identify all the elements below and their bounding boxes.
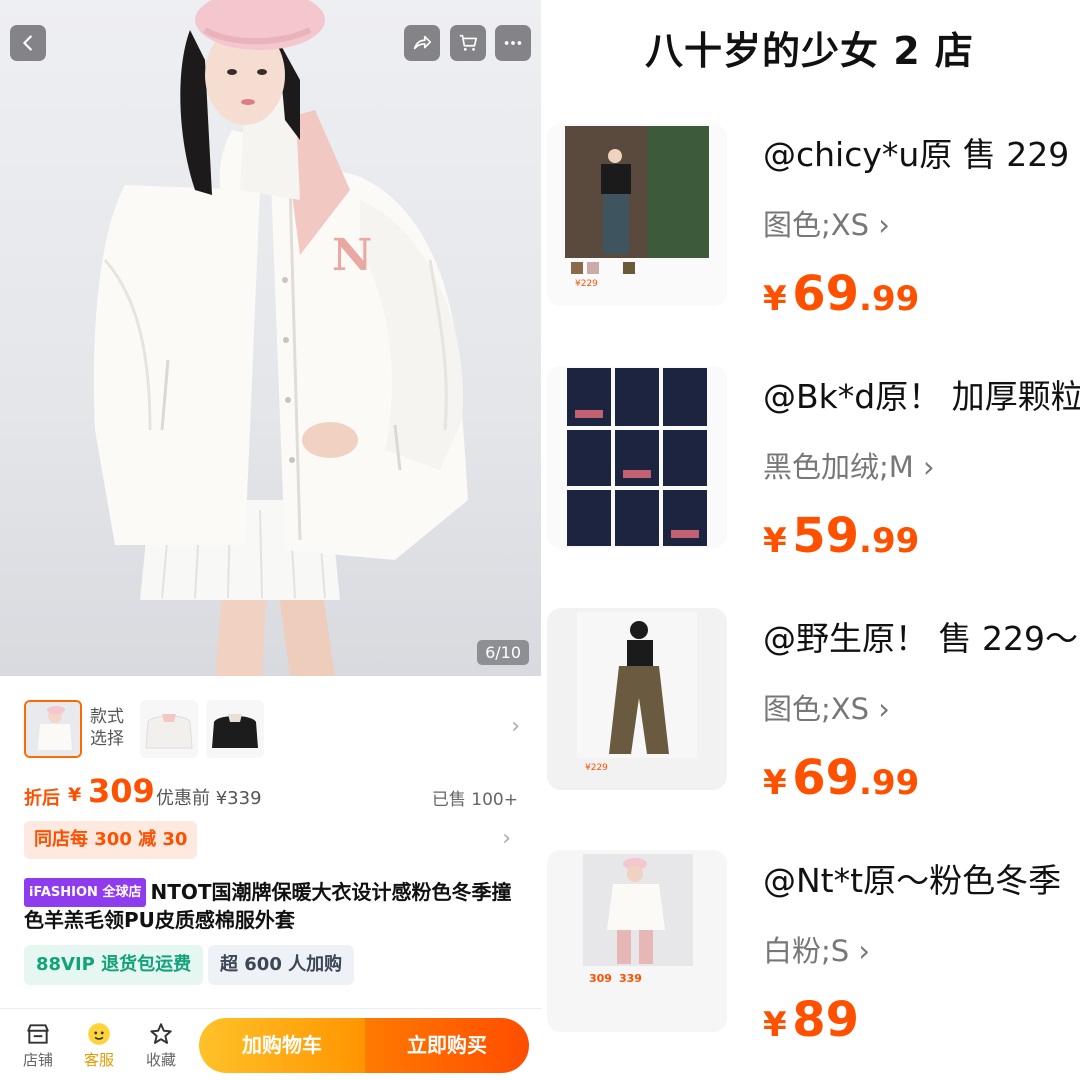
image-counter: 6/10 (477, 640, 529, 665)
variant-thumb-white[interactable] (140, 700, 198, 758)
service-tab-label: 客服 (83, 1051, 114, 1069)
review-price: ¥ 59.99 (763, 508, 920, 564)
current-price: 309 (88, 772, 155, 810)
star-icon (150, 1023, 172, 1044)
svg-text:339: 339 (619, 972, 642, 985)
review-price: ¥ 69.99 (763, 750, 920, 806)
bottom-action-bar: 店铺 客服 收藏 加购物车 立即购买 (0, 1008, 541, 1080)
chevron-right-icon[interactable]: › (502, 826, 511, 851)
review-item[interactable]: ¥229 @chicy*u原 售 229 图色;XS › ¥ 69.99 (541, 124, 1080, 354)
service-tab[interactable]: 客服 (74, 1021, 124, 1070)
original-price: 优惠前 ¥339 (156, 788, 262, 809)
review-thumbnail[interactable]: ¥229 (547, 124, 727, 306)
product-photo: N (93, 0, 468, 676)
currency-symbol: ¥ (68, 784, 82, 806)
shop-tab[interactable]: 店铺 (13, 1021, 63, 1070)
share-button[interactable] (404, 25, 440, 61)
review-text: @Bk*d原！ 加厚颗粒 (763, 377, 1080, 416)
product-title: iFASHION 全球店 NTOT国潮牌保暖大衣设计感粉色冬季撞色羊羔毛领PU皮质… (24, 878, 520, 934)
product-detail-panel: N 6/10 款式选择 › 折后 ¥ 309 优惠前 ¥339 已售 100+ … (0, 0, 541, 1080)
review-price: ¥ 69.99 (763, 266, 920, 322)
cart-button[interactable] (450, 25, 486, 61)
variant-selector[interactable]: 款式选择 › (24, 700, 520, 758)
review-text: @Nt*t原～粉色冬季 (763, 861, 1062, 900)
chevron-right-icon: › (923, 450, 935, 484)
svg-text:¥229: ¥229 (575, 279, 598, 289)
chevron-right-icon: › (878, 208, 890, 242)
favorite-tab[interactable]: 收藏 (136, 1021, 186, 1070)
more-dots-icon (504, 41, 522, 45)
variant-label: 款式选择 (90, 707, 124, 749)
cart-icon (459, 34, 478, 51)
review-thumbnail[interactable] (547, 366, 727, 548)
share-icon (413, 35, 432, 50)
review-spec: 白粉;S › (763, 934, 871, 968)
promo-badge[interactable]: 同店每 300 减 30 (24, 821, 198, 859)
review-item[interactable]: @Bk*d原！ 加厚颗粒 黑色加绒;M › ¥ 59.99 (541, 366, 1080, 596)
shop-title: 八十岁的少女 2 店 (645, 29, 974, 73)
chevron-left-icon (23, 35, 32, 51)
svg-text:N: N (332, 230, 372, 281)
more-button[interactable] (495, 25, 531, 61)
review-text: @野生原！ 售 229～ (763, 619, 1078, 658)
review-text: @chicy*u原 售 229 (763, 135, 1070, 174)
back-button[interactable] (10, 25, 46, 61)
review-thumbnail[interactable]: ¥229 (547, 608, 727, 790)
store-icon (27, 1024, 49, 1044)
review-item[interactable]: 309 339 @Nt*t原～粉色冬季 白粉;S › ¥ 89 (541, 850, 1080, 1080)
buyers-count-tag: 超 600 人加购 (208, 945, 355, 985)
price-after-label: 折后 (24, 788, 60, 809)
review-item[interactable]: ¥229 @野生原！ 售 229～ 图色;XS › ¥ 69.99 (541, 608, 1080, 838)
chevron-right-icon: › (858, 934, 871, 968)
buy-now-button[interactable]: 立即购买 (365, 1018, 529, 1073)
review-spec: 黑色加绒;M › (763, 450, 935, 484)
chevron-right-icon: › (878, 692, 890, 726)
review-spec: 图色;XS › (763, 692, 890, 726)
review-thumbnail[interactable]: 309 339 (547, 850, 727, 1032)
sold-count: 已售 100+ (431, 790, 518, 810)
customer-service-icon (88, 1023, 110, 1045)
add-to-cart-button[interactable]: 加购物车 (199, 1018, 365, 1073)
svg-text:309: 309 (589, 972, 612, 985)
price-row: 折后 ¥ 309 优惠前 ¥339 已售 100+ (24, 772, 520, 812)
shop-review-panel: 八十岁的少女 2 店 ¥229 @chicy*u原 售 229 图色;XS › … (541, 0, 1080, 1080)
variant-thumb-pink-white[interactable] (24, 700, 82, 758)
ifashion-badge: iFASHION 全球店 (24, 878, 147, 907)
vip-return-tag[interactable]: 88VIP 退货包运费 (24, 945, 204, 985)
favorite-tab-label: 收藏 (145, 1051, 176, 1069)
variant-thumb-black[interactable] (206, 700, 264, 758)
svg-text:¥229: ¥229 (585, 763, 608, 773)
shop-tab-label: 店铺 (22, 1051, 53, 1069)
review-spec: 图色;XS › (763, 208, 890, 242)
product-image-gallery[interactable]: N 6/10 (0, 0, 541, 676)
chevron-right-icon[interactable]: › (511, 714, 520, 739)
review-price: ¥ 89 (763, 992, 860, 1048)
